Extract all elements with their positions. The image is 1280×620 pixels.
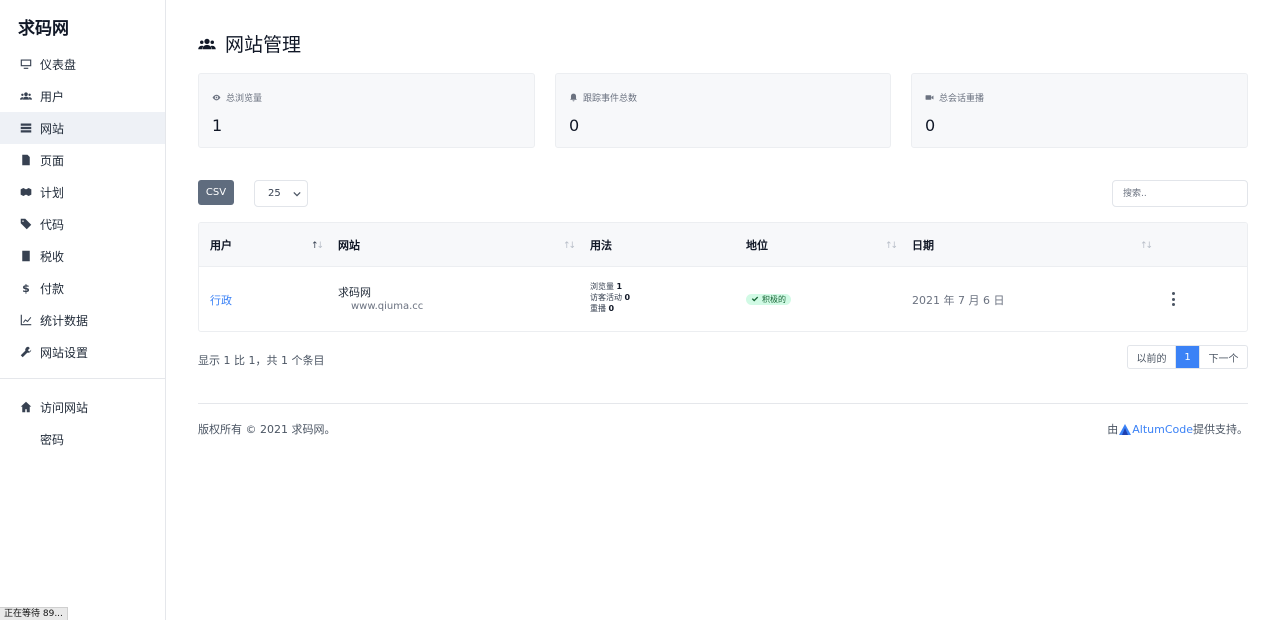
powered-prefix: 由 [1107, 423, 1119, 436]
pagination: 以前的 1 下一个 [1127, 345, 1248, 369]
sidebar-item-label: 页面 [40, 153, 65, 168]
sidebar-divider [0, 378, 165, 379]
column-header-date[interactable]: 日期 [912, 223, 934, 267]
stat-card-events: 跟踪事件总数 0 [555, 73, 891, 148]
sort-icon[interactable]: ↑↓ [311, 241, 324, 251]
sidebar-item-taxes[interactable]: 税收 [0, 240, 165, 272]
usage-value: 1 [616, 282, 623, 291]
server-icon [20, 122, 32, 134]
sidebar-item-pages[interactable]: 页面 [0, 144, 165, 176]
sidebar-item-label: 密码 [40, 432, 65, 447]
browser-status-bar: 正在等待 89... [0, 607, 68, 620]
pagination-summary: 显示 1 比 1，共 1 个条目 [198, 354, 325, 367]
page-title-text: 网站管理 [225, 34, 302, 56]
usage-label: 重播 [590, 304, 606, 313]
home-icon [20, 401, 32, 413]
check-icon [751, 296, 759, 302]
wrench-icon [20, 346, 32, 358]
stat-label: 总会话重播 [939, 94, 985, 104]
dollar-icon: $ [22, 281, 30, 295]
file-icon [20, 154, 32, 166]
status-badge-label: 积极的 [762, 294, 786, 304]
more-options-icon[interactable] [1170, 292, 1176, 306]
sidebar-item-label: 计划 [40, 185, 65, 200]
sidebar-item-label: 税收 [40, 249, 65, 264]
sidebar-item-payments[interactable]: $ 付款 [0, 272, 165, 304]
page-size-select[interactable]: 25 [254, 180, 308, 207]
website-name: 求码网 [338, 286, 371, 299]
usage-cell: 浏览量 1 访客活动 0 重播 0 [590, 281, 630, 314]
sidebar-item-websites[interactable]: 网站 [0, 112, 165, 144]
sidebar-item-label: 用户 [40, 89, 65, 104]
pagination-next-button[interactable]: 下一个 [1199, 346, 1247, 368]
sidebar-item-label: 统计数据 [40, 313, 89, 328]
website-host: www.qiuma.cc [351, 301, 424, 312]
websites-table: 用户 ↑↓ 网站 ↑↓ 用法 地位 ↑↓ 日期 ↑↓ 行政 求码网 www.qi… [198, 222, 1248, 332]
chevron-down-icon [293, 191, 301, 197]
sidebar-bottom-nav: 访问网站 密码 [0, 391, 165, 455]
column-header-website[interactable]: 网站 [338, 223, 360, 267]
sidebar-item-label: 仪表盘 [40, 57, 77, 72]
stat-value: 0 [925, 116, 936, 135]
stat-card-replays: 总会话重播 0 [911, 73, 1248, 148]
usage-label: 访客活动 [590, 293, 622, 302]
altumcode-link[interactable]: AltumCode [1132, 423, 1193, 436]
brand-logo[interactable]: 求码网 [18, 14, 69, 39]
footer-divider [198, 403, 1248, 404]
pagination-prev-button[interactable]: 以前的 [1128, 346, 1176, 368]
status-badge: 积极的 [746, 293, 791, 305]
page-title: 网站管理 [198, 30, 301, 57]
sidebar-item-users[interactable]: 用户 [0, 80, 165, 112]
altumcode-logo-icon [1119, 423, 1132, 435]
sidebar-item-label: 代码 [40, 217, 65, 232]
csv-export-button[interactable]: CSV [198, 180, 234, 205]
chart-line-icon [20, 314, 32, 326]
sidebar-item-plans[interactable]: 计划 [0, 176, 165, 208]
usage-value: 0 [624, 293, 631, 302]
stat-value: 1 [212, 116, 223, 135]
powered-suffix: 提供支持。 [1193, 423, 1248, 436]
receipt-icon [20, 250, 32, 262]
sidebar-item-label: 网站 [40, 121, 65, 136]
date-cell: 2021 年 7 月 6 日 [912, 294, 1005, 307]
page-size-value: 25 [268, 188, 281, 199]
usage-label: 浏览量 [590, 282, 614, 291]
sidebar-nav: 仪表盘 用户 网站 页面 计划 代码 税收 $ 付款 统计数据 网站设置 [0, 48, 165, 368]
sort-icon[interactable]: ↑↓ [885, 241, 898, 251]
tags-icon [20, 218, 32, 230]
users-icon [198, 38, 216, 49]
bell-icon [570, 93, 577, 102]
sidebar-item-label: 访问网站 [40, 400, 89, 415]
footer-copyright: 版权所有 © 2021 求码网。 [198, 423, 336, 436]
sidebar: 求码网 仪表盘 用户 网站 页面 计划 代码 税收 $ 付款 统计数据 网站设置… [0, 0, 166, 620]
users-icon [20, 90, 32, 102]
sidebar-item-dashboard[interactable]: 仪表盘 [0, 48, 165, 80]
eye-icon [212, 94, 221, 101]
sidebar-item-settings[interactable]: 网站设置 [0, 336, 165, 368]
column-header-usage: 用法 [590, 239, 612, 252]
sidebar-item-label: 网站设置 [40, 345, 89, 360]
search-input[interactable] [1112, 180, 1248, 207]
table-header: 用户 ↑↓ 网站 ↑↓ 用法 地位 ↑↓ 日期 ↑↓ [199, 223, 1247, 267]
usage-value: 0 [608, 304, 615, 313]
column-header-user[interactable]: 用户 [210, 223, 232, 267]
video-icon [925, 95, 934, 100]
stat-label: 总浏览量 [226, 94, 263, 104]
sort-icon[interactable]: ↑↓ [563, 241, 576, 251]
footer-powered-by: 由 AltumCode 提供支持。 [1107, 421, 1248, 437]
sidebar-item-password[interactable]: 密码 [0, 423, 165, 455]
stat-label: 跟踪事件总数 [583, 94, 638, 104]
user-link[interactable]: 行政 [210, 292, 232, 308]
box-icon [20, 186, 32, 198]
sort-icon[interactable]: ↑↓ [1140, 241, 1153, 251]
sidebar-item-visit-site[interactable]: 访问网站 [0, 391, 165, 423]
stat-card-pageviews: 总浏览量 1 [198, 73, 535, 148]
pagination-page-button[interactable]: 1 [1176, 346, 1199, 368]
sidebar-item-label: 付款 [40, 281, 65, 296]
column-header-status[interactable]: 地位 [746, 223, 768, 267]
stat-value: 0 [569, 116, 580, 135]
monitor-icon [20, 58, 32, 70]
sidebar-item-statistics[interactable]: 统计数据 [0, 304, 165, 336]
sidebar-item-codes[interactable]: 代码 [0, 208, 165, 240]
